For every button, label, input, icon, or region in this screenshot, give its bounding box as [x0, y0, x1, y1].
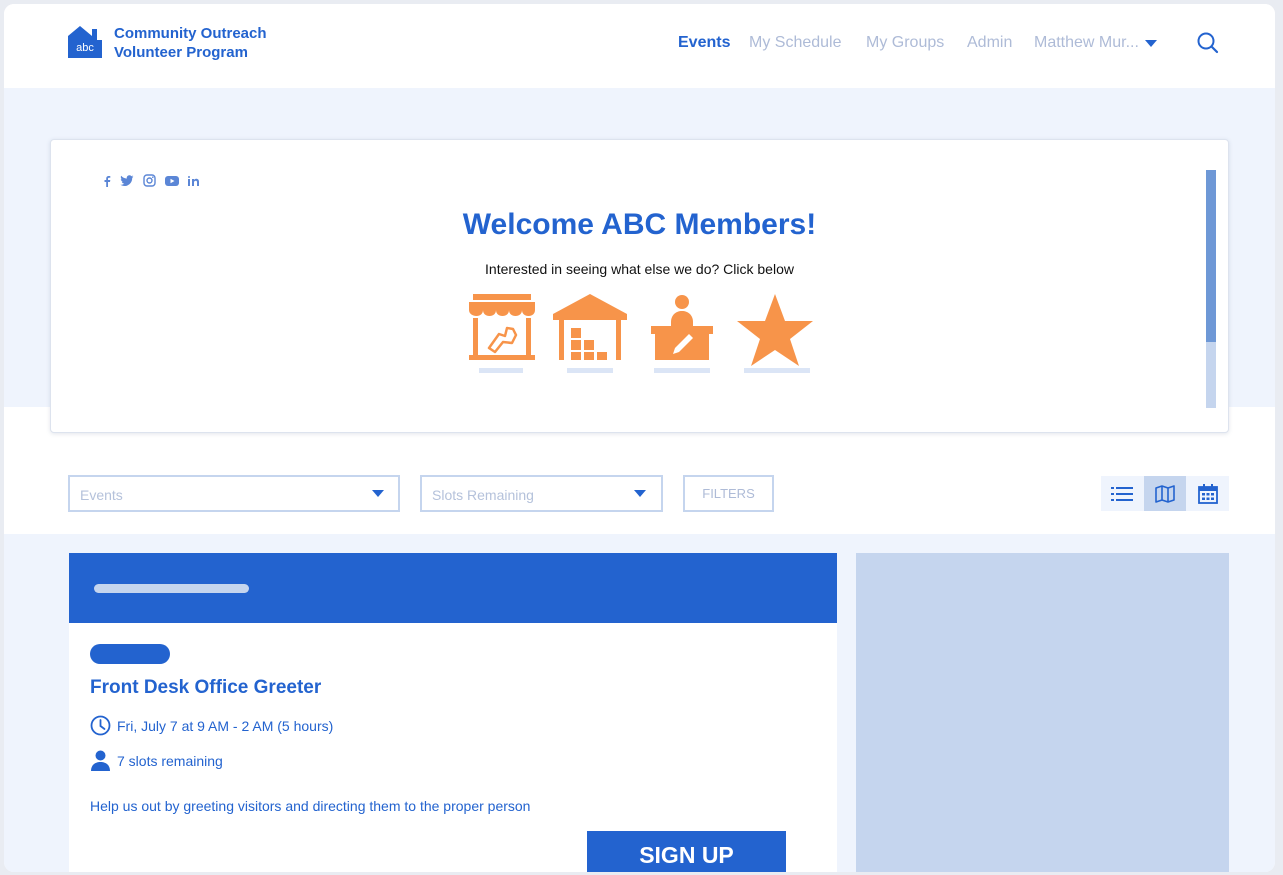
chevron-down-icon[interactable]	[1145, 40, 1157, 47]
nav-my-groups[interactable]: My Groups	[866, 34, 944, 52]
scrollbar-thumb[interactable]	[1206, 170, 1216, 342]
list-view-button[interactable]	[1101, 476, 1143, 511]
tile-bar	[654, 368, 710, 373]
event-title[interactable]: Front Desk Office Greeter	[90, 677, 321, 699]
chevron-down-icon	[372, 490, 384, 497]
nav-my-schedule[interactable]: My Schedule	[749, 34, 842, 52]
sign-up-button[interactable]: SIGN UP	[587, 831, 786, 872]
view-mode-toggle	[1101, 476, 1229, 511]
chevron-down-icon	[634, 490, 646, 497]
calendar-view-button[interactable]	[1187, 476, 1229, 511]
desk-clerk-icon[interactable]	[649, 292, 715, 362]
welcome-card: Welcome ABC Members! Interested in seein…	[50, 139, 1229, 433]
youtube-icon[interactable]	[165, 175, 179, 186]
tile-bar	[567, 368, 613, 373]
linkedin-icon[interactable]	[188, 175, 199, 186]
card-scrollbar[interactable]	[1206, 170, 1216, 408]
map-panel[interactable]	[856, 553, 1229, 872]
app-window: abc Community Outreach Volunteer Program…	[4, 4, 1275, 872]
clock-icon	[90, 715, 111, 736]
instagram-icon[interactable]	[143, 174, 156, 187]
brand-line-1: Community Outreach	[114, 25, 267, 42]
event-slots: 7 slots remaining	[117, 752, 223, 769]
twitter-icon[interactable]	[120, 174, 134, 187]
event-description: Help us out by greeting visitors and dir…	[90, 798, 531, 814]
house-logo-icon[interactable]: abc	[68, 26, 102, 58]
map-view-icon	[1155, 484, 1175, 503]
calendar-view-icon	[1198, 483, 1218, 504]
slots-remaining-select[interactable]: Slots Remaining	[420, 475, 663, 512]
search-icon[interactable]	[1196, 31, 1220, 55]
person-icon	[91, 750, 110, 771]
program-tiles	[467, 292, 827, 382]
brand-name[interactable]: Community Outreach Volunteer Program	[114, 24, 267, 62]
event-card[interactable]: Front Desk Office Greeter Fri, July 7 at…	[69, 553, 837, 872]
star-icon[interactable]	[733, 292, 817, 368]
social-links	[103, 174, 199, 187]
event-datetime: Fri, July 7 at 9 AM - 2 AM (5 hours)	[117, 717, 334, 734]
tile-bar	[479, 368, 523, 373]
category-tag	[90, 644, 170, 664]
filters-button[interactable]: FILTERS	[683, 475, 774, 512]
header-placeholder-bar	[94, 584, 249, 593]
tile-bar	[744, 368, 810, 373]
nav-events[interactable]: Events	[678, 34, 730, 52]
user-menu[interactable]: Matthew Mur...	[1034, 34, 1139, 52]
brand-line-2: Volunteer Program	[114, 44, 248, 61]
facebook-icon[interactable]	[103, 175, 111, 187]
logo-text: abc	[76, 42, 94, 54]
events-select[interactable]: Events	[68, 475, 400, 512]
events-select-placeholder: Events	[80, 487, 123, 503]
market-stall-icon[interactable]	[467, 292, 537, 362]
event-datetime-row: Fri, July 7 at 9 AM - 2 AM (5 hours)	[90, 715, 333, 736]
event-card-header	[69, 553, 837, 623]
nav-admin[interactable]: Admin	[967, 34, 1012, 52]
event-slots-row: 7 slots remaining	[90, 750, 223, 771]
top-header: abc Community Outreach Volunteer Program…	[4, 4, 1275, 88]
warehouse-boxes-icon[interactable]	[551, 292, 629, 362]
list-view-icon	[1111, 486, 1133, 501]
welcome-subtitle: Interested in seeing what else we do? Cl…	[485, 261, 794, 277]
slots-select-placeholder: Slots Remaining	[432, 487, 534, 503]
welcome-title: Welcome ABC Members!	[462, 208, 817, 241]
map-view-button[interactable]	[1144, 476, 1186, 511]
